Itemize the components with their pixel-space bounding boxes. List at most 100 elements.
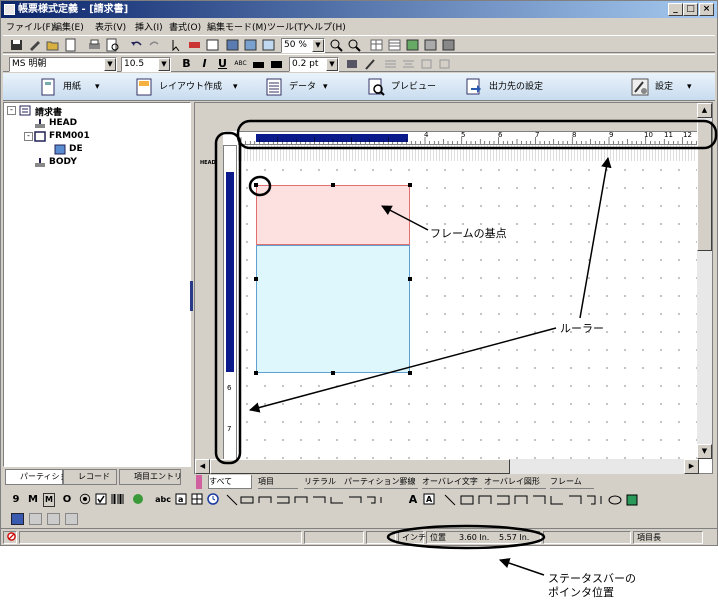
numeric-field-tool[interactable]: 9	[11, 493, 21, 507]
table-tool-icon[interactable]	[191, 493, 203, 507]
tab-item[interactable]: 項目	[258, 475, 298, 489]
overlay-text-tool[interactable]: A	[407, 493, 419, 507]
print-icon[interactable]	[87, 38, 102, 52]
table-icon[interactable]	[369, 38, 384, 52]
redo-icon[interactable]	[147, 38, 162, 52]
menu-format[interactable]: 書式(O)	[169, 20, 201, 33]
grid-icon[interactable]	[205, 38, 220, 52]
font-size-select[interactable]: 10.5 ▼	[121, 57, 171, 72]
strikethrough-button[interactable]: ABC	[233, 57, 248, 71]
tab-partition[interactable]: パーティション	[5, 469, 76, 485]
select-icon[interactable]	[169, 38, 184, 52]
tree-item-head[interactable]: HEAD	[49, 118, 77, 128]
edit-icon[interactable]	[27, 38, 42, 52]
line-width-select[interactable]: 0.2 pt ▼	[289, 57, 339, 72]
collapse-icon[interactable]: -	[7, 106, 16, 115]
line-color-icon[interactable]	[269, 57, 284, 71]
resize-handle[interactable]	[254, 371, 258, 375]
ocr-field-tool[interactable]: O	[61, 493, 73, 507]
zoom-fit-icon[interactable]	[347, 38, 362, 52]
chevron-down-icon[interactable]: ▼	[326, 58, 338, 71]
menu-view[interactable]: 表示(V)	[95, 20, 126, 33]
view3-icon[interactable]	[261, 38, 276, 52]
mode4-icon[interactable]	[65, 513, 78, 525]
distribute-icon[interactable]	[401, 57, 416, 71]
overlay-textbox-icon[interactable]: A	[423, 493, 435, 507]
tree-root[interactable]: 請求書	[35, 105, 62, 118]
maximize-button[interactable]: □	[683, 3, 698, 16]
vertical-scrollbar[interactable]: ▲ ▼	[697, 103, 712, 459]
tab-overlay-text[interactable]: オーバレイ文字	[422, 475, 482, 489]
menu-edit-mode[interactable]: 編集モード(M)	[207, 20, 267, 33]
menu-file[interactable]: ファイル(F)	[6, 20, 54, 33]
mark-field-tool[interactable]: M	[27, 493, 39, 507]
size-icon[interactable]	[419, 57, 434, 71]
new-icon[interactable]	[63, 38, 78, 52]
color-icon[interactable]	[345, 57, 360, 71]
fill-icon[interactable]	[251, 57, 266, 71]
partition3-icon[interactable]	[441, 38, 456, 52]
chevron-down-icon[interactable]: ▼	[104, 58, 116, 71]
resize-handle[interactable]	[331, 371, 335, 375]
resize-handle[interactable]	[408, 371, 412, 375]
vertical-ruler[interactable]: 6 7	[223, 145, 237, 461]
tab-item-entry[interactable]: 項目エントリ	[119, 469, 182, 485]
tree-item-frm001[interactable]: FRM001	[49, 131, 90, 141]
clock-icon[interactable]	[207, 493, 219, 507]
literal-text-tool[interactable]: abc	[153, 493, 173, 507]
zoom-in-icon[interactable]	[329, 38, 344, 52]
scroll-thumb[interactable]	[697, 121, 712, 251]
splitter-handle[interactable]	[190, 281, 193, 311]
menu-insert[interactable]: 挿入(I)	[135, 20, 163, 33]
title-bar[interactable]: 帳票様式定義 - [請求書] _ □ ×	[1, 1, 717, 18]
tab-overlay-shape[interactable]: オーバレイ図形	[484, 475, 546, 489]
undo-icon[interactable]	[129, 38, 144, 52]
horizontal-ruler[interactable]: 4 5 6 7 8 9 10 11 12	[238, 131, 699, 145]
text-box-icon[interactable]: a	[175, 493, 187, 507]
tab-record[interactable]: レコード	[63, 469, 117, 485]
menu-tools[interactable]: ツール(T)	[267, 20, 307, 33]
print-preview-icon[interactable]	[105, 38, 120, 52]
tab-literal[interactable]: リテラル	[304, 475, 344, 489]
mark-box-tool[interactable]: M	[43, 493, 55, 507]
table2-icon[interactable]	[387, 38, 402, 52]
frame-header[interactable]	[256, 185, 410, 245]
tab-all[interactable]: すべて	[208, 475, 252, 489]
partition-line-tools[interactable]	[225, 493, 405, 507]
view2-icon[interactable]	[243, 38, 258, 52]
design-area[interactable]: HEAD 4 5 6 7 8 9 10 11 12 6 7 ▲ ▼ ◀ ▶	[194, 102, 713, 474]
barcode-icon[interactable]	[111, 493, 125, 507]
image-field-icon[interactable]	[131, 493, 145, 507]
partition2-icon[interactable]	[423, 38, 438, 52]
partition-icon[interactable]	[405, 38, 420, 52]
tab-frame[interactable]: フレーム	[550, 475, 594, 489]
resize-handle[interactable]	[254, 277, 258, 281]
minimize-button[interactable]: _	[668, 3, 683, 16]
view1-icon[interactable]	[225, 38, 240, 52]
horizontal-scrollbar[interactable]: ◀ ▶	[195, 459, 699, 474]
scroll-left-icon[interactable]: ◀	[195, 459, 210, 474]
menu-help[interactable]: ヘルプ(H)	[305, 20, 346, 33]
scroll-up-icon[interactable]: ▲	[697, 103, 712, 118]
scroll-down-icon[interactable]: ▼	[697, 444, 712, 459]
zoom-select[interactable]: 50 % ▼	[281, 38, 325, 53]
layout-canvas[interactable]	[238, 161, 699, 461]
group-icon[interactable]	[437, 57, 452, 71]
pen-icon[interactable]	[363, 57, 378, 71]
scroll-thumb[interactable]	[210, 459, 510, 474]
overlay-shape-tools[interactable]	[443, 493, 653, 507]
collapse-icon[interactable]: -	[24, 132, 33, 141]
frame-origin-handle[interactable]	[254, 183, 258, 187]
underline-button[interactable]: U	[215, 57, 230, 71]
radio-icon[interactable]: ⦿	[79, 493, 91, 507]
chevron-down-icon[interactable]: ▼	[158, 58, 170, 71]
checkbox-icon[interactable]	[95, 493, 107, 507]
tree-item-de[interactable]: DE	[69, 144, 83, 154]
mode3-icon[interactable]	[47, 513, 60, 525]
mode1-icon[interactable]	[11, 513, 24, 525]
scroll-right-icon[interactable]: ▶	[684, 459, 699, 474]
bold-button[interactable]: B	[179, 57, 194, 71]
chevron-down-icon[interactable]: ▼	[312, 39, 324, 52]
mode2-icon[interactable]	[29, 513, 42, 525]
resize-handle[interactable]	[408, 277, 412, 281]
